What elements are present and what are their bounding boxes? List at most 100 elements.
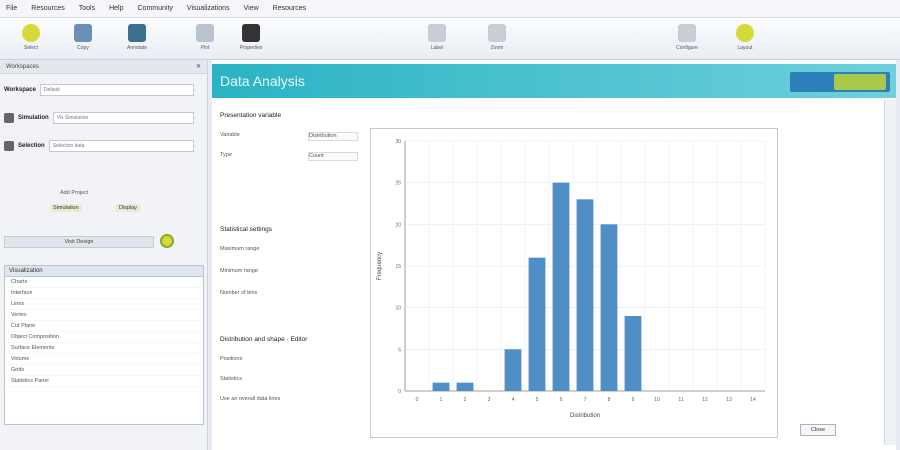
configure-icon <box>678 24 696 42</box>
scrollbar[interactable] <box>884 100 896 445</box>
histogram-bar <box>432 382 450 391</box>
menu-item[interactable]: Community <box>138 5 173 12</box>
x-tick-label: 3 <box>488 397 491 403</box>
section-title: Distribution and shape · Editor <box>220 336 308 343</box>
histogram-bar <box>576 199 594 391</box>
section-title: Statistical settings <box>220 226 273 233</box>
workspace-header: Workspaces ✕ <box>0 60 207 74</box>
x-tick-label: 4 <box>512 397 515 403</box>
y-tick-label: 25 <box>395 181 401 187</box>
pen-icon <box>128 24 146 42</box>
checkbox-row[interactable]: Statistics <box>220 376 360 386</box>
menu-item[interactable]: File <box>6 5 17 12</box>
filter-button[interactable]: Visit Design <box>4 236 154 248</box>
list-item[interactable]: Surface Elements <box>5 343 203 354</box>
list-item[interactable]: Interface <box>5 288 203 299</box>
properties-icon <box>242 24 260 42</box>
y-tick-label: 15 <box>395 264 401 270</box>
workspace-row[interactable]: Workspace Default <box>4 82 194 98</box>
close-button[interactable]: Close <box>800 424 836 436</box>
copy-button[interactable]: Copy <box>66 22 100 56</box>
configure-button[interactable]: Configure <box>670 22 704 56</box>
selection-icon <box>4 141 14 151</box>
x-tick-label: 2 <box>464 397 467 403</box>
x-tick-label: 1 <box>440 397 443 403</box>
list-item[interactable]: Lines <box>5 299 203 310</box>
menu-item[interactable]: Help <box>109 5 123 12</box>
workspace-panel: Workspaces ✕ Workspace Default Simulatio… <box>0 60 208 450</box>
list-item[interactable]: Statistics Panel <box>5 376 203 387</box>
close-icon[interactable]: ✕ <box>196 63 201 70</box>
list-header: Visualization <box>5 266 203 277</box>
analysis-window: Data Analysis Presentation variable Vari… <box>212 60 896 450</box>
property-row[interactable]: Type Count <box>220 152 360 162</box>
list-item[interactable]: Cut Plane <box>5 321 203 332</box>
zoom-button[interactable]: Zoom <box>480 22 514 56</box>
selection-row[interactable]: Selection Selection data <box>4 138 194 154</box>
list-item[interactable]: Volume <box>5 354 203 365</box>
histogram-bar <box>552 182 570 391</box>
list-item[interactable]: Object Composition <box>5 332 203 343</box>
menu-bar: File Resources Tools Help Community Visu… <box>0 0 900 18</box>
y-tick-label: 0 <box>398 389 401 395</box>
properties-panel: Presentation variable Variable Distributi… <box>220 104 360 444</box>
zoom-icon <box>488 24 506 42</box>
properties-button[interactable]: Properties <box>234 22 268 56</box>
add-project-label: Add Project <box>60 190 89 196</box>
histogram-bar <box>528 257 546 391</box>
menu-item[interactable]: Tools <box>79 5 95 12</box>
plot-button[interactable]: Plot <box>188 22 222 56</box>
list-item[interactable]: Charts <box>5 277 203 288</box>
property-row[interactable]: Number of bins <box>220 290 360 300</box>
property-row[interactable]: Minimum range <box>220 268 360 278</box>
layout-icon <box>736 24 754 42</box>
label-icon <box>428 24 446 42</box>
x-tick-label: 6 <box>560 397 563 403</box>
menu-item[interactable]: Resources <box>273 5 306 12</box>
histogram-chart: 0 5 10 15 20 25 30 0 1 2 3 4 5 6 7 8 9 10 11 12 13 14 Distribu… <box>370 128 778 438</box>
y-tick-label: 5 <box>398 347 401 353</box>
checkbox-row[interactable]: Use an overall data lines <box>220 396 360 406</box>
histogram-bar <box>456 382 474 391</box>
histogram-bar <box>624 316 642 391</box>
y-tick-label: 10 <box>395 306 401 312</box>
x-axis-label: Distribution <box>570 413 600 419</box>
property-row[interactable]: Variable Distribution <box>220 132 360 142</box>
property-row[interactable]: Maximum range <box>220 246 360 256</box>
brand-logo <box>790 72 890 92</box>
x-tick-label: 8 <box>608 397 611 403</box>
x-tick-label: 10 <box>654 397 660 403</box>
x-tick-label: 11 <box>678 397 683 403</box>
select-button[interactable]: Select <box>14 22 48 56</box>
chart-svg: 0510152025300 1 2 3 4 5 6 7 8 9 10 11 12 13 14Distribu… <box>377 139 766 419</box>
copy-icon <box>74 24 92 42</box>
x-tick-label: 9 <box>632 397 635 403</box>
histogram-bar <box>600 224 618 391</box>
display-button[interactable]: Display <box>116 204 141 212</box>
label-button[interactable]: Label <box>420 22 454 56</box>
annotate-button[interactable]: Annotate <box>120 22 154 56</box>
menu-item[interactable]: Visualizations <box>187 5 230 12</box>
simulation-row[interactable]: Simulation Vis Simulation <box>4 110 194 126</box>
simulation-button[interactable]: Simulation <box>50 204 82 212</box>
x-tick-label: 13 <box>726 397 732 403</box>
window-title: Data Analysis <box>220 73 305 89</box>
add-icon[interactable] <box>160 234 174 248</box>
ribbon-toolbar: Select Copy Annotate Plot Properties Lab… <box>0 18 900 60</box>
select-icon <box>22 24 40 42</box>
menu-item[interactable]: Resources <box>31 5 64 12</box>
x-tick-label: 5 <box>536 397 539 403</box>
list-item[interactable]: Grids <box>5 365 203 376</box>
visualization-list: Visualization Charts Interface Lines Ver… <box>4 265 204 425</box>
y-tick-label: 20 <box>395 222 401 228</box>
x-tick-label: 0 <box>416 397 419 403</box>
x-tick-label: 14 <box>750 397 756 403</box>
layout-button[interactable]: Layout <box>728 22 762 56</box>
x-tick-label: 7 <box>584 397 587 403</box>
y-axis-label: Frequency <box>377 252 383 280</box>
menu-item[interactable]: View <box>244 5 259 12</box>
histogram-bar <box>504 349 522 391</box>
checkbox-row[interactable]: Positions <box>220 356 360 366</box>
list-item[interactable]: Vertex <box>5 310 203 321</box>
plot-icon <box>196 24 214 42</box>
